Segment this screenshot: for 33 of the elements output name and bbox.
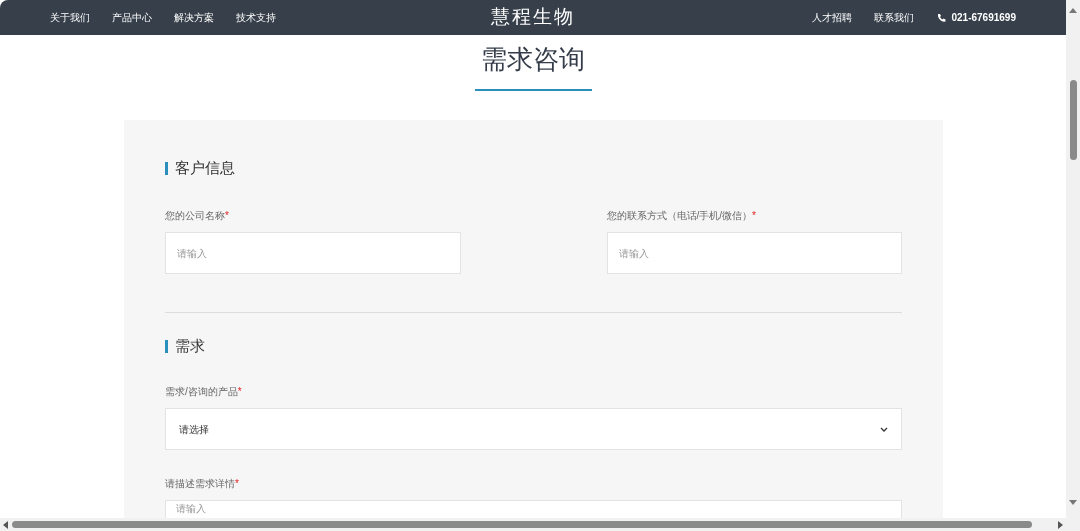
nav-link[interactable]: 技术支持 bbox=[236, 10, 276, 25]
page-title: 需求咨询 bbox=[481, 43, 585, 76]
scroll-down-icon[interactable] bbox=[1069, 500, 1077, 505]
phone-icon bbox=[936, 12, 947, 23]
logo[interactable]: 慧程生物 bbox=[491, 3, 575, 32]
required-mark: * bbox=[225, 209, 229, 223]
field-label: 您的联系方式（电话/手机/微信） bbox=[606, 209, 753, 223]
text-area[interactable]: 请输入 bbox=[165, 500, 902, 518]
input-field[interactable]: 请输入 bbox=[165, 232, 461, 274]
scrollbar-thumb[interactable] bbox=[1069, 80, 1077, 160]
scroll-up-icon[interactable] bbox=[1069, 8, 1077, 13]
nav-link[interactable]: 联系我们 bbox=[874, 10, 915, 25]
scroll-right-icon[interactable] bbox=[1057, 520, 1063, 529]
required-mark: * bbox=[237, 385, 242, 399]
field-label: 您的公司名称 bbox=[165, 209, 225, 223]
scrollbar-thumb[interactable] bbox=[12, 521, 1032, 528]
section-title: 客户信息 bbox=[175, 157, 235, 178]
chevron-down-icon bbox=[880, 426, 888, 432]
required-mark: * bbox=[235, 477, 239, 491]
section-marker bbox=[165, 161, 168, 175]
phone-number: 021-67691699 bbox=[951, 11, 1016, 25]
scroll-left-icon[interactable] bbox=[3, 520, 9, 529]
select-field[interactable]: 请选择 bbox=[165, 408, 902, 450]
nav-link[interactable]: 产品中心 bbox=[112, 10, 152, 25]
field-label: 需求/咨询的产品 bbox=[165, 385, 238, 399]
section-title: 需求 bbox=[175, 335, 205, 356]
nav-link[interactable]: 关于我们 bbox=[50, 10, 90, 25]
nav-link[interactable]: 人才招聘 bbox=[812, 10, 853, 25]
required-mark: * bbox=[752, 209, 756, 223]
input-field[interactable]: 请输入 bbox=[606, 232, 902, 274]
section-marker bbox=[165, 339, 168, 353]
field-label: 请描述需求详情 bbox=[165, 477, 235, 491]
nav-link[interactable]: 解决方案 bbox=[174, 10, 214, 25]
